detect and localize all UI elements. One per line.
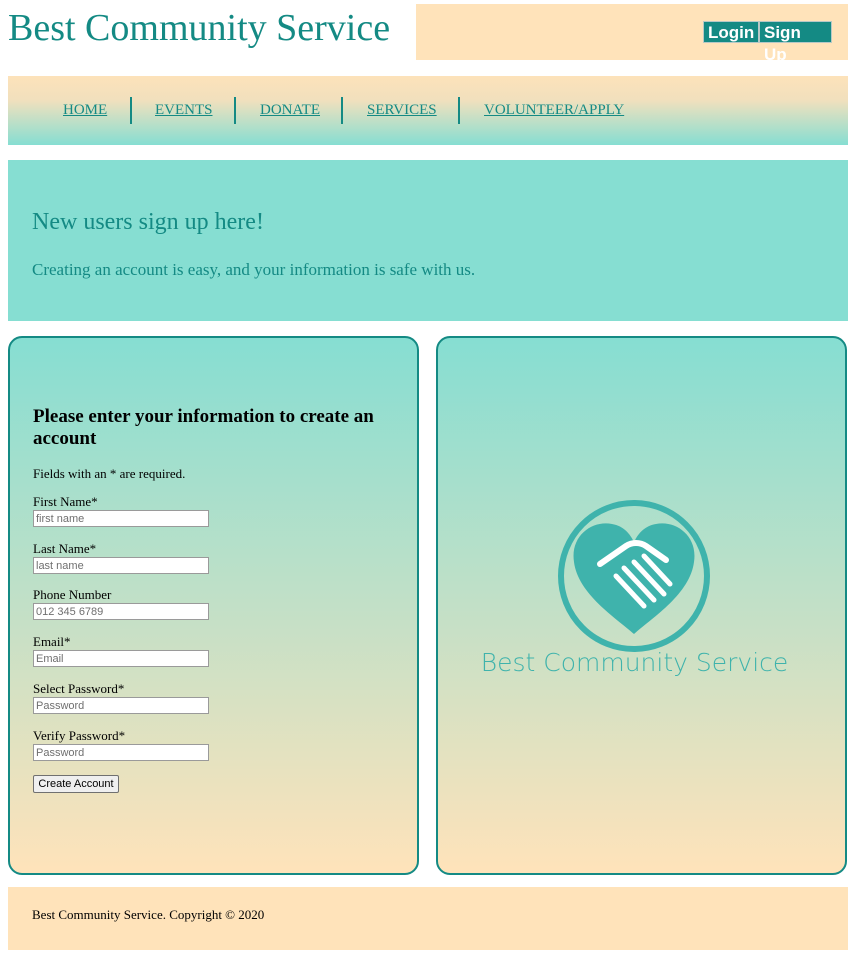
nav-separator [234,97,236,124]
nav-link-volunteer-apply[interactable]: VOLUNTEER/APPLY [484,101,624,119]
nav-link-services[interactable]: SERVICES [367,101,437,119]
create-account-button[interactable]: Create Account [33,775,119,793]
first-name-input[interactable] [33,510,209,527]
nav-separator [341,97,343,124]
email-label: Email* [33,634,71,649]
password-label: Select Password* [33,681,125,696]
auth-bar: Login Sign Up [416,4,848,64]
nav-link-donate[interactable]: DONATE [260,101,320,119]
password-input[interactable] [33,697,209,714]
login-button[interactable]: Login [703,21,759,43]
first-name-label: First Name* [33,494,98,509]
email-input[interactable] [33,650,209,667]
last-name-label: Last Name* [33,541,97,556]
verify-password-input[interactable] [33,744,209,761]
logo: Best Community Service [438,338,845,873]
copyright-text: Best Community Service. Copyright © 2020 [32,907,265,922]
logo-text: Best Community Service [480,648,789,677]
main-nav: HOME EVENTS DONATE SERVICES VOLUNTEER/AP… [8,76,848,145]
hero-banner: New users sign up here! Creating an acco… [8,160,848,321]
signup-form-panel: Please enter your information to create … [8,336,419,875]
nav-separator [458,97,460,124]
nav-link-events[interactable]: EVENTS [155,101,213,119]
phone-label: Phone Number [33,587,112,602]
nav-separator [130,97,132,124]
hero-title: New users sign up here! [32,209,264,235]
last-name-input[interactable] [33,557,209,574]
required-note: Fields with an * are required. [33,466,186,481]
logo-panel: Best Community Service [436,336,847,875]
nav-link-home[interactable]: HOME [63,101,107,119]
heart-handshake-icon [558,500,710,652]
footer: Best Community Service. Copyright © 2020 [8,887,848,950]
site-title: Best Community Service [8,7,391,49]
hero-subtitle: Creating an account is easy, and your in… [32,260,476,279]
form-heading: Please enter your information to create … [33,406,374,449]
phone-input[interactable] [33,603,209,620]
verify-password-label: Verify Password* [33,728,126,743]
signup-button[interactable]: Sign Up [759,21,832,64]
